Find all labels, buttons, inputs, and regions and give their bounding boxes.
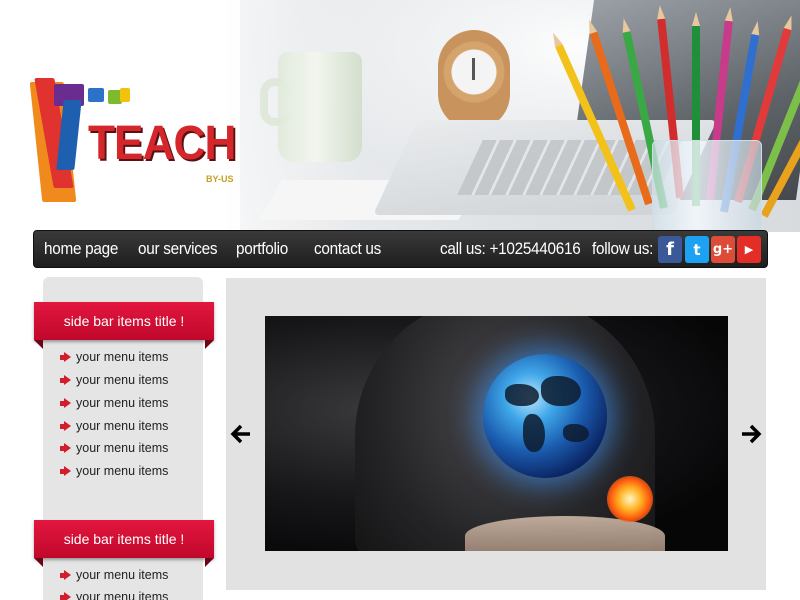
- globe-image: [483, 354, 607, 478]
- sidebar-menu-item[interactable]: your menu items: [60, 587, 168, 600]
- arrow-left-icon: [230, 424, 250, 444]
- clock-image: [438, 30, 510, 130]
- arrow-right-icon: [742, 424, 762, 444]
- red-arrow-icon: [60, 351, 71, 363]
- red-arrow-icon: [60, 374, 71, 386]
- continent-shape: [541, 376, 581, 406]
- clock-hand-image: [472, 58, 475, 80]
- nav-home-page[interactable]: home page: [44, 239, 118, 259]
- sidebar-menu-item[interactable]: your menu items: [60, 438, 168, 458]
- sidebar-menu-item-label: your menu items: [76, 441, 169, 455]
- sidebar-menu-item[interactable]: your menu items: [60, 416, 168, 436]
- sidebar-menu-item-label: your menu items: [76, 373, 169, 387]
- continent-shape: [563, 424, 589, 442]
- sidebar-menu-item-label: your menu items: [76, 568, 169, 582]
- light-glow: [607, 476, 653, 522]
- youtube-icon[interactable]: ▶: [737, 236, 761, 263]
- header-banner: TEACH BY-US: [0, 0, 800, 232]
- mug-image: [278, 52, 362, 162]
- slide-image-globe: [265, 316, 728, 551]
- red-arrow-icon: [60, 442, 71, 454]
- pencil-cup-image: [652, 140, 762, 232]
- sidebar-menu-item[interactable]: your menu items: [60, 393, 168, 413]
- red-arrow-icon: [60, 591, 71, 600]
- site-logo[interactable]: TEACH BY-US: [29, 70, 240, 210]
- nav-contact-us[interactable]: contact us: [314, 239, 381, 259]
- sidebar-menu-item[interactable]: your menu items: [60, 347, 168, 367]
- continent-shape: [505, 384, 539, 406]
- logo-shape-blue-top: [88, 88, 104, 102]
- sidebar-menu-item[interactable]: your menu items: [60, 565, 168, 585]
- logo-text: TEACH: [88, 117, 236, 170]
- sidebar-menu-item[interactable]: your menu items: [60, 370, 168, 390]
- follow-us-label: follow us:: [592, 239, 654, 258]
- call-us-text: call us: +1025440616: [440, 239, 581, 258]
- ribbon-fold-left: [34, 558, 43, 567]
- slider-next-button[interactable]: [738, 418, 764, 450]
- sidebar-menu-item-label: your menu items: [76, 396, 169, 410]
- google-plus-icon[interactable]: g+: [711, 236, 735, 263]
- nav-our-services[interactable]: our services: [138, 239, 218, 259]
- twitter-icon[interactable]: t: [685, 236, 709, 263]
- red-arrow-icon: [60, 569, 71, 581]
- ribbon-fold-right: [205, 558, 214, 567]
- main-navbar: home page our services portfolio contact…: [33, 230, 768, 268]
- red-arrow-icon: [60, 397, 71, 409]
- sidebar-title-2-text: side bar items title !: [63, 531, 185, 547]
- continent-shape: [523, 414, 545, 452]
- sidebar-title-1: side bar items title !: [34, 302, 214, 349]
- sidebar-title-2: side bar items title !: [34, 520, 214, 567]
- sidebar-title-1-text: side bar items title !: [63, 313, 185, 329]
- red-arrow-icon: [60, 420, 71, 432]
- nav-portfolio[interactable]: portfolio: [236, 239, 288, 259]
- sidebar-menu-item-label: your menu items: [76, 464, 169, 478]
- sidebar-menu-item-label: your menu items: [76, 590, 169, 600]
- logo-shape-yellow: [120, 88, 130, 102]
- red-arrow-icon: [60, 465, 71, 477]
- logo-subtext: BY-US: [206, 174, 234, 184]
- sidebar-menu-item-label: your menu items: [76, 350, 169, 364]
- image-slider: [226, 278, 766, 590]
- sidebar-menu-item-label: your menu items: [76, 419, 169, 433]
- slider-prev-button[interactable]: [228, 418, 254, 450]
- ribbon-fold-right: [205, 340, 214, 349]
- sidebar-menu-item[interactable]: your menu items: [60, 461, 168, 481]
- facebook-icon[interactable]: f: [658, 236, 682, 263]
- ribbon-fold-left: [34, 340, 43, 349]
